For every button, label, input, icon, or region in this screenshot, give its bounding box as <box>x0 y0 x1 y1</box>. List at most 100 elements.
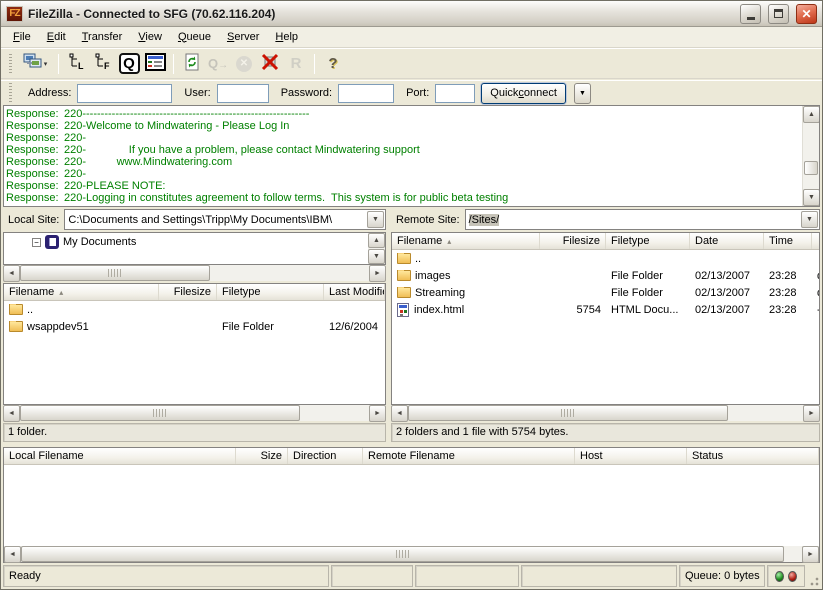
toggle-queue-button[interactable]: Q <box>117 52 141 76</box>
remote-file-list[interactable]: Filename▴ Filesize Filetype Date Time ..… <box>391 232 820 405</box>
menu-server[interactable]: Server <box>219 29 267 46</box>
menu-edit[interactable]: Edit <box>39 29 74 46</box>
toggle-log-button[interactable] <box>143 52 167 76</box>
log-vertical-scrollbar[interactable]: ▲ ▼ <box>802 106 819 206</box>
address-label: Address: <box>28 87 71 99</box>
file-name-cell[interactable]: wsappdev51 <box>4 321 159 333</box>
file-name-cell[interactable]: images <box>392 270 540 282</box>
queue-scrollbar-thumb[interactable] <box>21 546 784 562</box>
quickconnect-gripper[interactable] <box>9 83 12 103</box>
local-file-row[interactable]: wsappdev51 File Folder 12/6/2004 <box>4 318 385 335</box>
column-header-filename[interactable]: Filename▴ <box>392 233 540 249</box>
remote-site-dropdown-button[interactable]: ▼ <box>801 211 818 228</box>
column-header-filetype[interactable]: Filetype <box>606 233 690 249</box>
scroll-right-button[interactable]: ► <box>369 265 386 282</box>
file-name-cell[interactable]: .. <box>4 304 159 316</box>
reconnect-button[interactable]: R <box>284 52 308 76</box>
log-scrollbar-thumb[interactable] <box>804 161 818 175</box>
column-header-host[interactable]: Host <box>575 448 687 464</box>
tree-vertical-scrollbar[interactable]: ▲ ▼ <box>368 233 385 264</box>
maximize-icon <box>774 9 783 18</box>
toggle-remote-tree-button[interactable]: F <box>91 52 115 76</box>
scroll-left-button[interactable]: ◄ <box>3 405 20 422</box>
column-header-filesize[interactable]: Filesize <box>540 233 606 249</box>
local-scrollbar-thumb[interactable] <box>20 405 300 421</box>
minimize-button[interactable] <box>740 4 761 24</box>
scroll-down-button[interactable]: ▼ <box>803 189 820 206</box>
remote-file-row[interactable]: index.html 5754 HTML Docu... 02/13/2007 … <box>392 301 819 318</box>
scroll-left-button[interactable]: ◄ <box>391 405 408 422</box>
maximize-button[interactable] <box>768 4 789 24</box>
resize-grip[interactable] <box>807 574 820 587</box>
file-date-cell: 02/13/2007 <box>690 270 764 282</box>
scroll-up-button[interactable]: ▲ <box>368 233 385 248</box>
scroll-left-button[interactable]: ◄ <box>3 265 20 282</box>
remote-site-bar: Remote Site: /Sites/ ▼ <box>391 209 820 230</box>
scroll-right-button[interactable]: ► <box>802 546 819 563</box>
local-file-list[interactable]: Filename▴ Filesize Filetype Last Modifie… <box>3 283 386 405</box>
file-name-cell[interactable]: .. <box>392 253 540 265</box>
menu-help[interactable]: Help <box>267 29 306 46</box>
port-input[interactable] <box>435 84 475 103</box>
scroll-down-button[interactable]: ▼ <box>368 249 385 264</box>
column-header-date[interactable]: Date <box>690 233 764 249</box>
column-header-direction[interactable]: Direction <box>288 448 363 464</box>
queue-horizontal-scrollbar[interactable]: ◄ ► <box>4 546 819 562</box>
collapse-icon[interactable]: − <box>32 238 41 247</box>
address-input[interactable] <box>77 84 172 103</box>
scroll-up-button[interactable]: ▲ <box>803 106 820 123</box>
quickconnect-button[interactable]: Quickconnect <box>481 83 566 104</box>
column-header-status[interactable]: Status <box>687 448 819 464</box>
cancel-button[interactable]: ✕ <box>232 52 256 76</box>
site-manager-button[interactable]: ▾ <box>18 52 52 76</box>
toolbar-gripper[interactable] <box>9 54 12 74</box>
file-name-cell[interactable]: Streaming <box>392 287 540 299</box>
status-panel-empty <box>331 565 413 587</box>
local-file-row[interactable]: .. <box>4 301 385 318</box>
password-input[interactable] <box>338 84 394 103</box>
menu-queue[interactable]: Queue <box>170 29 219 46</box>
local-site-path[interactable]: C:\Documents and Settings\Tripp\My Docum… <box>65 214 366 226</box>
local-panel: Local Site: C:\Documents and Settings\Tr… <box>3 209 386 445</box>
toggle-local-tree-button[interactable]: L <box>65 52 89 76</box>
disconnect-button[interactable] <box>258 52 282 76</box>
column-header-permissions[interactable] <box>812 233 820 249</box>
user-input[interactable] <box>217 84 269 103</box>
scroll-right-button[interactable]: ► <box>369 405 386 422</box>
scroll-left-button[interactable]: ◄ <box>4 546 21 563</box>
local-site-combobox[interactable]: C:\Documents and Settings\Tripp\My Docum… <box>64 209 386 230</box>
remote-scrollbar-thumb[interactable] <box>408 405 728 421</box>
menu-transfer[interactable]: Transfer <box>74 29 131 46</box>
remote-file-row[interactable]: Streaming File Folder 02/13/2007 23:28 d <box>392 284 819 301</box>
remote-file-row[interactable]: images File Folder 02/13/2007 23:28 d <box>392 267 819 284</box>
column-header-local-filename[interactable]: Local Filename <box>4 448 236 464</box>
column-header-last-modified[interactable]: Last Modified <box>324 284 385 300</box>
remote-file-row[interactable]: .. <box>392 250 819 267</box>
remote-site-path[interactable]: /Sites/ <box>466 214 800 226</box>
menu-file[interactable]: File <box>5 29 39 46</box>
refresh-button[interactable] <box>180 52 204 76</box>
tree-scrollbar-thumb[interactable] <box>20 265 210 281</box>
tree-horizontal-scrollbar[interactable]: ◄ ► <box>3 265 386 281</box>
tree-item-my-documents[interactable]: − My Documents <box>32 234 385 250</box>
column-header-filesize[interactable]: Filesize <box>159 284 217 300</box>
column-header-remote-filename[interactable]: Remote Filename <box>363 448 575 464</box>
help-button[interactable]: ? <box>321 52 345 76</box>
local-tree[interactable]: − My Documents ▲ ▼ <box>3 232 386 265</box>
message-log[interactable]: Response:220----------------------------… <box>3 105 820 207</box>
transfer-queue[interactable]: Local Filename Size Direction Remote Fil… <box>3 447 820 563</box>
local-list-horizontal-scrollbar[interactable]: ◄ ► <box>3 405 386 421</box>
column-header-size[interactable]: Size <box>236 448 288 464</box>
close-button[interactable]: ✕ <box>796 4 817 24</box>
scroll-right-button[interactable]: ► <box>803 405 820 422</box>
column-header-time[interactable]: Time <box>764 233 812 249</box>
quickconnect-dropdown-button[interactable]: ▼ <box>574 83 591 104</box>
file-name-cell[interactable]: index.html <box>392 303 540 317</box>
remote-list-horizontal-scrollbar[interactable]: ◄ ► <box>391 405 820 421</box>
menu-view[interactable]: View <box>130 29 170 46</box>
local-site-dropdown-button[interactable]: ▼ <box>367 211 384 228</box>
column-header-filetype[interactable]: Filetype <box>217 284 324 300</box>
process-queue-button[interactable]: Q→ <box>206 52 230 76</box>
column-header-filename[interactable]: Filename▴ <box>4 284 159 300</box>
remote-site-combobox[interactable]: /Sites/ ▼ <box>465 209 820 230</box>
